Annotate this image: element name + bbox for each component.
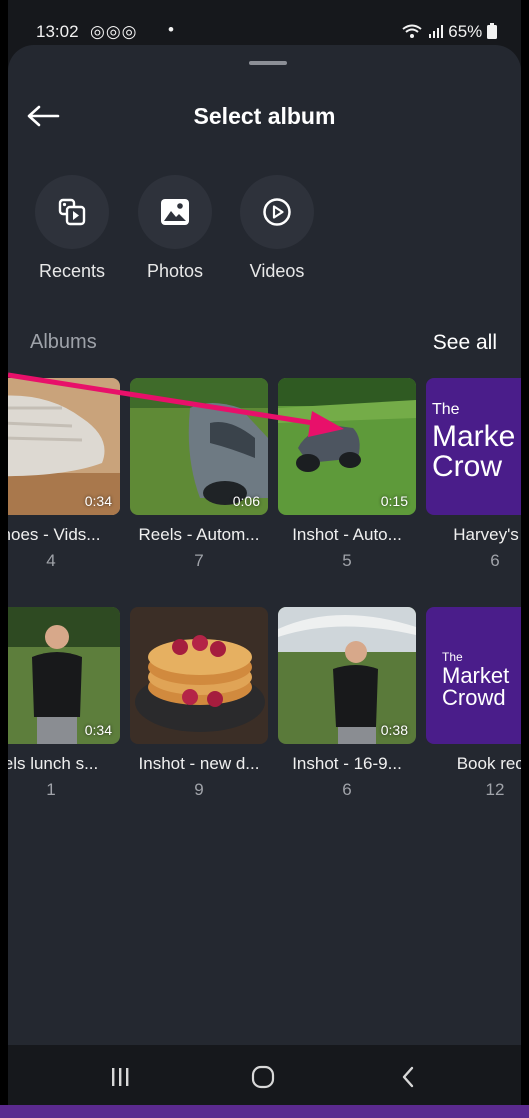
recents-label: Recents	[38, 261, 106, 281]
brand-line-2: Marke	[432, 420, 516, 453]
album-count: 4	[46, 551, 56, 570]
album-count: 12	[485, 780, 505, 799]
notification-icons: ◎◎◎	[90, 22, 138, 41]
signal-icon	[428, 25, 443, 38]
album-name: Inshot - Auto...	[292, 525, 402, 544]
back-nav-button[interactable]	[388, 1063, 428, 1091]
battery-icon	[487, 23, 497, 39]
navigation-bar	[8, 1045, 521, 1105]
bottom-accent-bar	[0, 1105, 529, 1118]
album-reels-autom[interactable]: 0:06 Reels - Autom... 7	[130, 378, 268, 571]
video-duration: 0:06	[232, 493, 260, 509]
brand-line-3: Crowd	[442, 685, 506, 710]
album-count: 6	[342, 780, 352, 799]
album-thumbnail: 0:34	[8, 607, 120, 744]
photos-shortcut[interactable]: Photos	[125, 175, 225, 282]
select-album-sheet: Select album Recents Photos Videos Album…	[8, 45, 521, 1105]
album-thumbnail: 0:06	[130, 378, 268, 515]
chevron-left-icon	[402, 1066, 414, 1088]
album-harveys[interactable]: The Marke Crow Harvey's G 6	[426, 378, 521, 571]
recent-apps-button[interactable]	[100, 1063, 140, 1091]
album-thumbnail: The Marke Crow	[426, 378, 521, 515]
album-inshot-auto[interactable]: 0:15 Inshot - Auto... 5	[278, 378, 416, 571]
video-duration: 0:34	[84, 722, 112, 738]
brand-line-3: Crow	[432, 450, 503, 483]
brand-line-1: The	[442, 650, 463, 664]
phone-screen: 13:02 ◎◎◎ • 65% Select album Recents Pho…	[8, 0, 521, 1105]
album-count: 9	[194, 780, 204, 799]
play-icon	[263, 198, 291, 226]
album-book-reco[interactable]: The Market Crowd Book reco 12	[426, 607, 521, 800]
video-duration: 0:34	[84, 493, 112, 509]
album-shoes[interactable]: 0:34 hoes - Vids... 4	[8, 378, 120, 571]
see-all-link[interactable]: See all	[433, 331, 497, 355]
album-thumbnail: 0:34	[8, 378, 120, 515]
album-inshot-16-9[interactable]: 0:38 Inshot - 16-9... 6	[278, 607, 416, 800]
album-count: 5	[342, 551, 352, 570]
album-count: 6	[490, 551, 500, 570]
recents-icon	[58, 198, 86, 226]
status-right: 65%	[401, 22, 497, 42]
album-count: 7	[194, 551, 204, 570]
brand-line-2: Market	[442, 663, 510, 688]
status-time: 13:02	[36, 22, 79, 41]
pancakes-thumbnail	[130, 607, 268, 744]
album-name: Book reco	[456, 754, 521, 773]
album-inshot-new[interactable]: Inshot - new d... 9	[130, 607, 268, 800]
album-reels-lunch[interactable]: 0:34 els lunch s... 1	[8, 607, 120, 800]
sheet-title: Select album	[193, 103, 336, 129]
album-count: 1	[46, 780, 56, 799]
album-name: Harvey's G	[453, 525, 521, 544]
video-duration: 0:15	[380, 493, 408, 509]
album-name: hoes - Vids...	[8, 525, 101, 544]
brand-line-1: The	[432, 401, 460, 418]
album-name: els lunch s...	[8, 754, 99, 773]
albums-heading: Albums	[30, 331, 97, 353]
battery-percent: 65%	[448, 22, 483, 41]
recents-shortcut[interactable]: Recents	[22, 175, 122, 282]
album-thumbnail: The Market Crowd	[426, 607, 521, 744]
recent-apps-icon	[112, 1068, 129, 1086]
photos-label: Photos	[146, 261, 204, 281]
videos-shortcut[interactable]: Videos	[227, 175, 327, 282]
home-icon	[251, 1065, 275, 1089]
wifi-icon	[402, 24, 422, 38]
album-thumbnail: 0:38	[278, 607, 416, 744]
album-thumbnail	[130, 607, 268, 744]
videos-label: Videos	[249, 261, 305, 281]
album-name: Inshot - new d...	[138, 754, 260, 773]
drag-handle[interactable]	[249, 61, 287, 65]
album-name: Reels - Autom...	[138, 525, 260, 544]
album-thumbnail: 0:15	[278, 378, 416, 515]
album-name: Inshot - 16-9...	[292, 754, 402, 773]
photo-icon	[161, 199, 189, 225]
home-button[interactable]	[243, 1063, 283, 1091]
notification-dot: •	[168, 20, 174, 39]
video-duration: 0:38	[380, 722, 408, 738]
